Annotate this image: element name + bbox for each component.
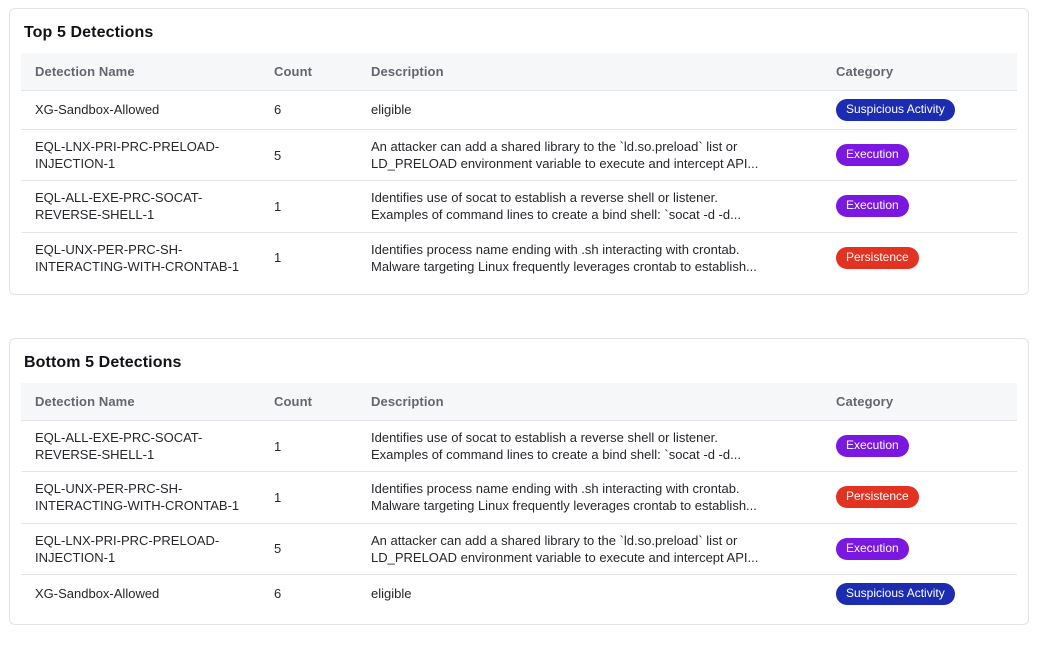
table-wrapper: Detection Name Count Description Categor… bbox=[21, 383, 1017, 613]
detections-table: Detection Name Count Description Categor… bbox=[21, 53, 1017, 283]
column-header-description: Description bbox=[357, 383, 822, 421]
column-header-category: Category bbox=[822, 383, 1017, 421]
table-wrapper: Detection Name Count Description Categor… bbox=[21, 53, 1017, 283]
count-cell: 5 bbox=[260, 523, 357, 574]
category-badge: Suspicious Activity bbox=[836, 583, 955, 605]
count-cell: 1 bbox=[260, 181, 357, 232]
category-badge: Suspicious Activity bbox=[836, 99, 955, 121]
table-row: XG-Sandbox-Allowed6eligible Suspicious Ac… bbox=[21, 91, 1017, 130]
column-header-detection-name: Detection Name bbox=[21, 53, 260, 91]
description-cell: Identifies process name ending with .sh … bbox=[357, 232, 822, 283]
description-cell: An attacker can add a shared library to … bbox=[357, 130, 822, 181]
description-cell: An attacker can add a shared library to … bbox=[357, 523, 822, 574]
table-header-row: Detection Name Count Description Categor… bbox=[21, 383, 1017, 421]
detection-name-cell: EQL-LNX-PRI-PRC-PRELOAD-INJECTION-1 bbox=[21, 523, 260, 574]
column-header-detection-name: Detection Name bbox=[21, 383, 260, 421]
count-cell: 1 bbox=[260, 232, 357, 283]
detection-name-cell: EQL-ALL-EXE-PRC-SOCAT-REVERSE-SHELL-1 bbox=[21, 420, 260, 471]
table-row: EQL-UNX-PER-PRC-SH-INTERACTING-WITH-CRON… bbox=[21, 232, 1017, 283]
category-cell: Execution bbox=[822, 420, 1017, 471]
category-cell: Persistence bbox=[822, 472, 1017, 523]
description-cell: Identifies use of socat to establish a r… bbox=[357, 181, 822, 232]
category-cell: Suspicious Activity bbox=[822, 574, 1017, 613]
description-cell: eligible bbox=[357, 574, 822, 613]
category-badge: Persistence bbox=[836, 247, 919, 269]
category-cell: Execution bbox=[822, 523, 1017, 574]
table-row: EQL-ALL-EXE-PRC-SOCAT-REVERSE-SHELL-11Id… bbox=[21, 420, 1017, 471]
column-header-category: Category bbox=[822, 53, 1017, 91]
count-cell: 5 bbox=[260, 130, 357, 181]
detection-name-cell: EQL-LNX-PRI-PRC-PRELOAD-INJECTION-1 bbox=[21, 130, 260, 181]
detection-name-cell: EQL-UNX-PER-PRC-SH-INTERACTING-WITH-CRON… bbox=[21, 232, 260, 283]
count-cell: 6 bbox=[260, 574, 357, 613]
column-header-count: Count bbox=[260, 53, 357, 91]
description-cell: Identifies process name ending with .sh … bbox=[357, 472, 822, 523]
category-cell: Execution bbox=[822, 181, 1017, 232]
panel-title: Bottom 5 Detections bbox=[24, 354, 1014, 372]
category-badge: Execution bbox=[836, 538, 909, 560]
detections-table: Detection Name Count Description Categor… bbox=[21, 383, 1017, 613]
description-cell: Identifies use of socat to establish a r… bbox=[357, 420, 822, 471]
top-detections-panel: Top 5 Detections Detection Name Count De… bbox=[9, 8, 1029, 295]
detection-name-cell: XG-Sandbox-Allowed bbox=[21, 574, 260, 613]
category-cell: Execution bbox=[822, 130, 1017, 181]
category-badge: Execution bbox=[836, 144, 909, 166]
table-row: EQL-ALL-EXE-PRC-SOCAT-REVERSE-SHELL-11Id… bbox=[21, 181, 1017, 232]
count-cell: 1 bbox=[260, 420, 357, 471]
table-row: EQL-LNX-PRI-PRC-PRELOAD-INJECTION-15An a… bbox=[21, 523, 1017, 574]
category-badge: Execution bbox=[836, 435, 909, 457]
category-cell: Persistence bbox=[822, 232, 1017, 283]
table-row: XG-Sandbox-Allowed6eligible Suspicious Ac… bbox=[21, 574, 1017, 613]
category-cell: Suspicious Activity bbox=[822, 91, 1017, 130]
count-cell: 1 bbox=[260, 472, 357, 523]
category-badge: Execution bbox=[836, 195, 909, 217]
detection-name-cell: EQL-UNX-PER-PRC-SH-INTERACTING-WITH-CRON… bbox=[21, 472, 260, 523]
detection-name-cell: EQL-ALL-EXE-PRC-SOCAT-REVERSE-SHELL-1 bbox=[21, 181, 260, 232]
detection-name-cell: XG-Sandbox-Allowed bbox=[21, 91, 260, 130]
table-header-row: Detection Name Count Description Categor… bbox=[21, 53, 1017, 91]
panel-title: Top 5 Detections bbox=[24, 24, 1014, 42]
bottom-detections-panel: Bottom 5 Detections Detection Name Count… bbox=[9, 338, 1029, 625]
table-row: EQL-LNX-PRI-PRC-PRELOAD-INJECTION-15An a… bbox=[21, 130, 1017, 181]
column-header-description: Description bbox=[357, 53, 822, 91]
description-cell: eligible bbox=[357, 91, 822, 130]
column-header-count: Count bbox=[260, 383, 357, 421]
table-row: EQL-UNX-PER-PRC-SH-INTERACTING-WITH-CRON… bbox=[21, 472, 1017, 523]
count-cell: 6 bbox=[260, 91, 357, 130]
report-page: Top 5 Detections Detection Name Count De… bbox=[0, 0, 1038, 633]
category-badge: Persistence bbox=[836, 486, 919, 508]
